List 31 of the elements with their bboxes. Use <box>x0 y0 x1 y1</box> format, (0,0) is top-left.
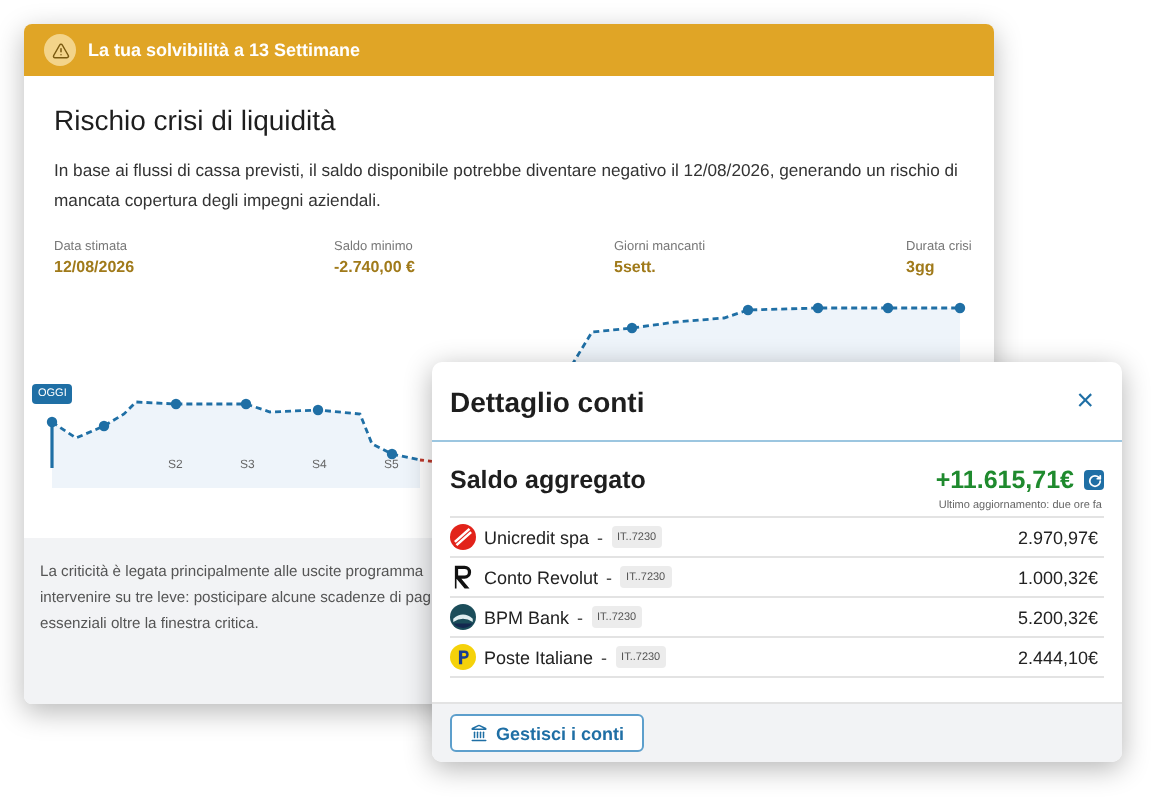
bank-name: Unicredit spa <box>484 527 590 547</box>
separator-dash: - <box>597 527 604 547</box>
bank-logo-icon <box>450 604 476 630</box>
bank-name: Poste Italiane <box>484 647 594 667</box>
account-balance: 1.000,32€ <box>1017 567 1100 587</box>
account-balance: 2.970,97€ <box>1017 527 1100 547</box>
risk-description: In base ai flussi di cassa previsti, il saldo disponibile potrebbe diventare negativo il 12/08/2026, generando un rischio di mancata copertura degli impegni aziendali. <box>54 158 958 214</box>
banner-title: La tua solvibilità a 13 Settimane <box>88 40 361 60</box>
manage-accounts-button[interactable]: Gestisci i conti <box>450 714 645 752</box>
bank-logo-icon <box>450 644 476 670</box>
account-balance: 5.200,32€ <box>1017 607 1100 627</box>
aggregate-balance: +11.615,71€ <box>935 466 1074 494</box>
separator-dash: - <box>606 567 613 587</box>
stat-value: -2.740,00 € <box>334 258 417 276</box>
close-button[interactable]: × <box>1076 386 1094 416</box>
warning-icon <box>44 34 76 66</box>
separator-dash: - <box>601 647 608 667</box>
stat-value: 3gg <box>906 258 937 276</box>
bank-icon <box>470 724 488 742</box>
account-balance: 2.444,10€ <box>1017 647 1100 667</box>
bank-logo-icon <box>450 564 476 590</box>
risk-title: Rischio crisi di liquidità <box>54 104 338 136</box>
refresh-button[interactable] <box>1084 470 1104 490</box>
bank-name: BPM Bank <box>484 607 570 627</box>
stat-value: 12/08/2026 <box>54 258 137 276</box>
separator-dash: - <box>577 607 584 627</box>
bank-name: Conto Revolut <box>484 567 599 587</box>
aggregate-label: Saldo aggregato <box>450 466 646 494</box>
panel-title: Dettaglio conti <box>450 385 645 417</box>
stat-value: 5sett. <box>614 258 658 276</box>
bank-logo-icon <box>450 524 476 550</box>
